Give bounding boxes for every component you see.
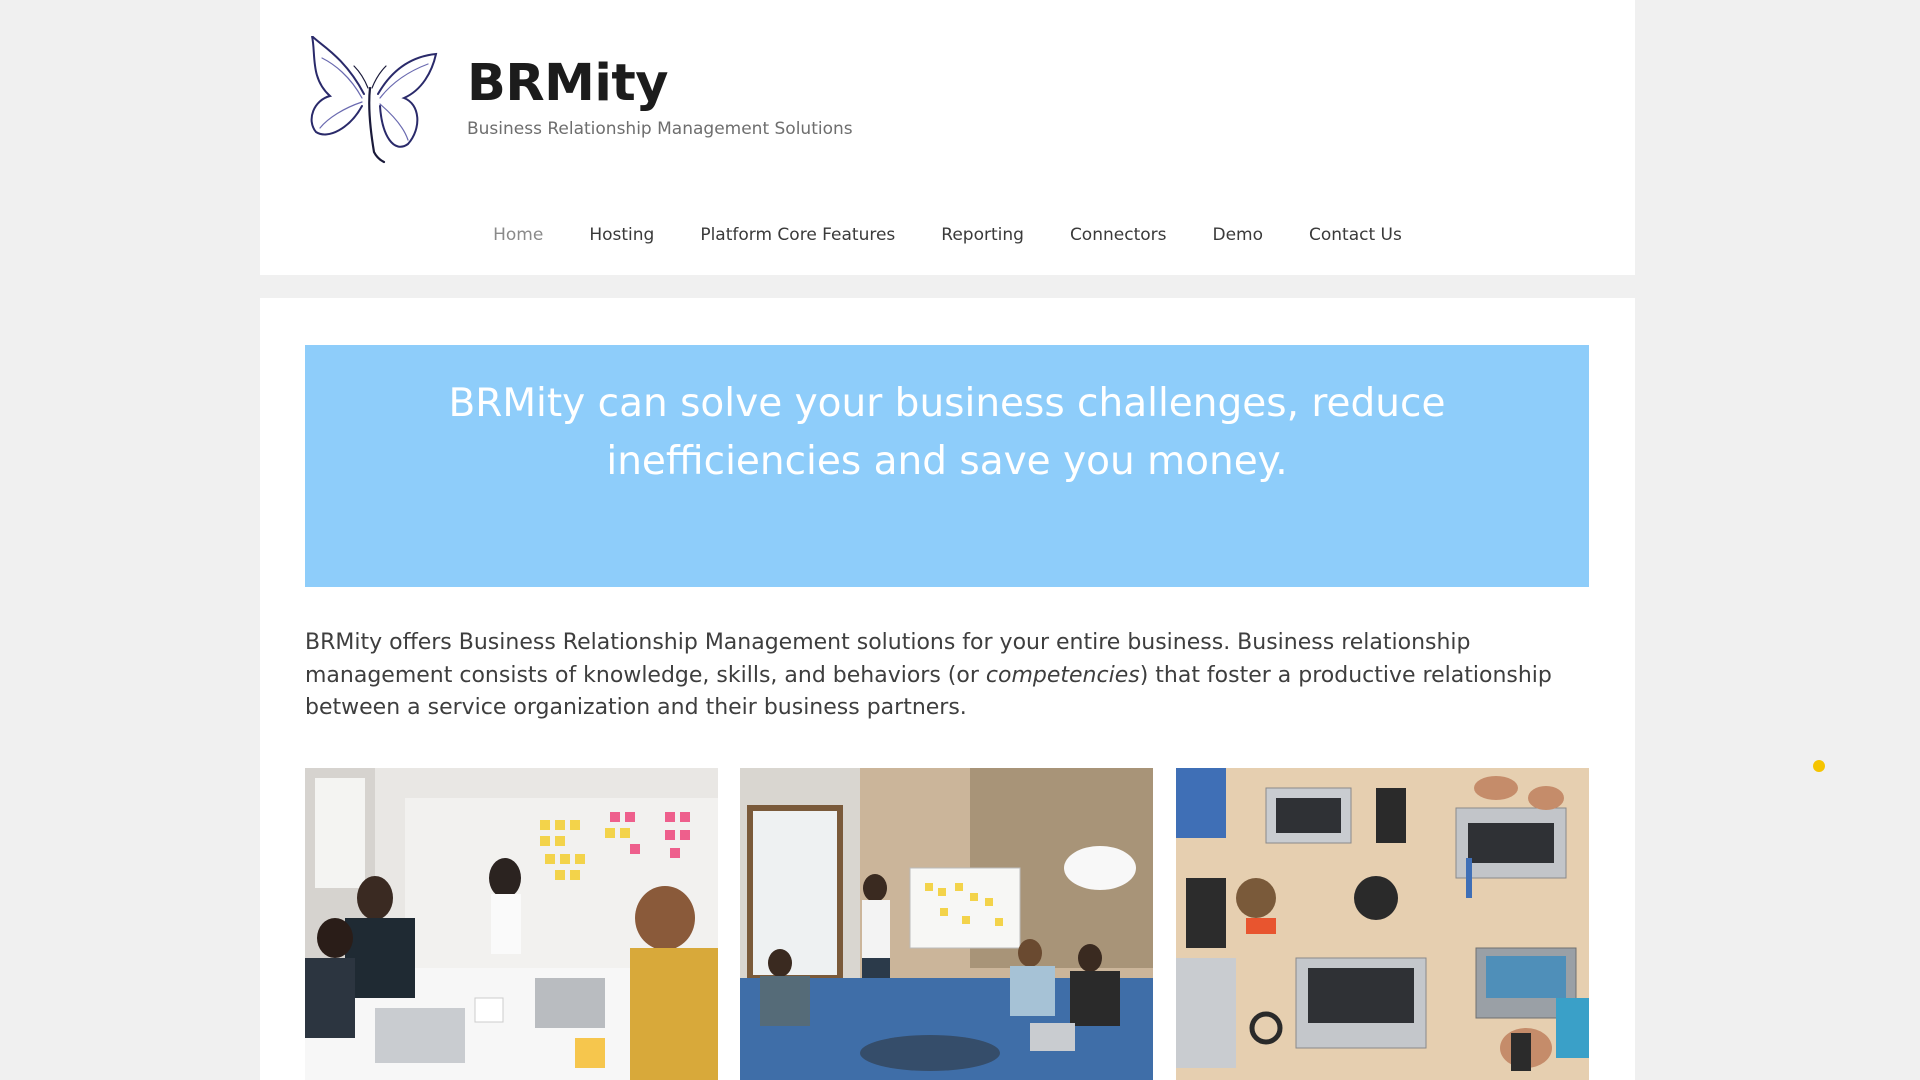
- nav-item-reporting[interactable]: Reporting: [941, 225, 1024, 245]
- office-presentation-whiteboard-photo: [740, 768, 1153, 1080]
- laptops-on-table-overhead-photo: [1176, 768, 1589, 1080]
- intro-emphasis: competencies: [985, 662, 1140, 688]
- main-navigation: Home Hosting Platform Core Features Repo…: [260, 225, 1635, 245]
- nav-item-home[interactable]: Home: [493, 225, 543, 245]
- team-meeting-sticky-notes-photo: [305, 768, 718, 1080]
- nav-item-connectors[interactable]: Connectors: [1070, 225, 1167, 245]
- nav-item-contact-us[interactable]: Contact Us: [1309, 225, 1402, 245]
- nav-item-hosting[interactable]: Hosting: [589, 225, 654, 245]
- intro-paragraph: BRMity offers Business Relationship Mana…: [305, 627, 1589, 725]
- nav-item-platform-core-features[interactable]: Platform Core Features: [700, 225, 895, 245]
- main-content: BRMity can solve your business challenge…: [260, 298, 1635, 1080]
- site-tagline: Business Relationship Management Solutio…: [467, 119, 853, 139]
- status-dot: [1813, 760, 1825, 772]
- butterfly-logo-icon[interactable]: [304, 35, 438, 164]
- site-header: BRMity Business Relationship Management …: [260, 0, 1635, 275]
- nav-item-demo[interactable]: Demo: [1212, 225, 1263, 245]
- site-title[interactable]: BRMity: [467, 54, 669, 113]
- hero-banner: BRMity can solve your business challenge…: [305, 345, 1589, 587]
- hero-headline: BRMity can solve your business challenge…: [448, 381, 1446, 484]
